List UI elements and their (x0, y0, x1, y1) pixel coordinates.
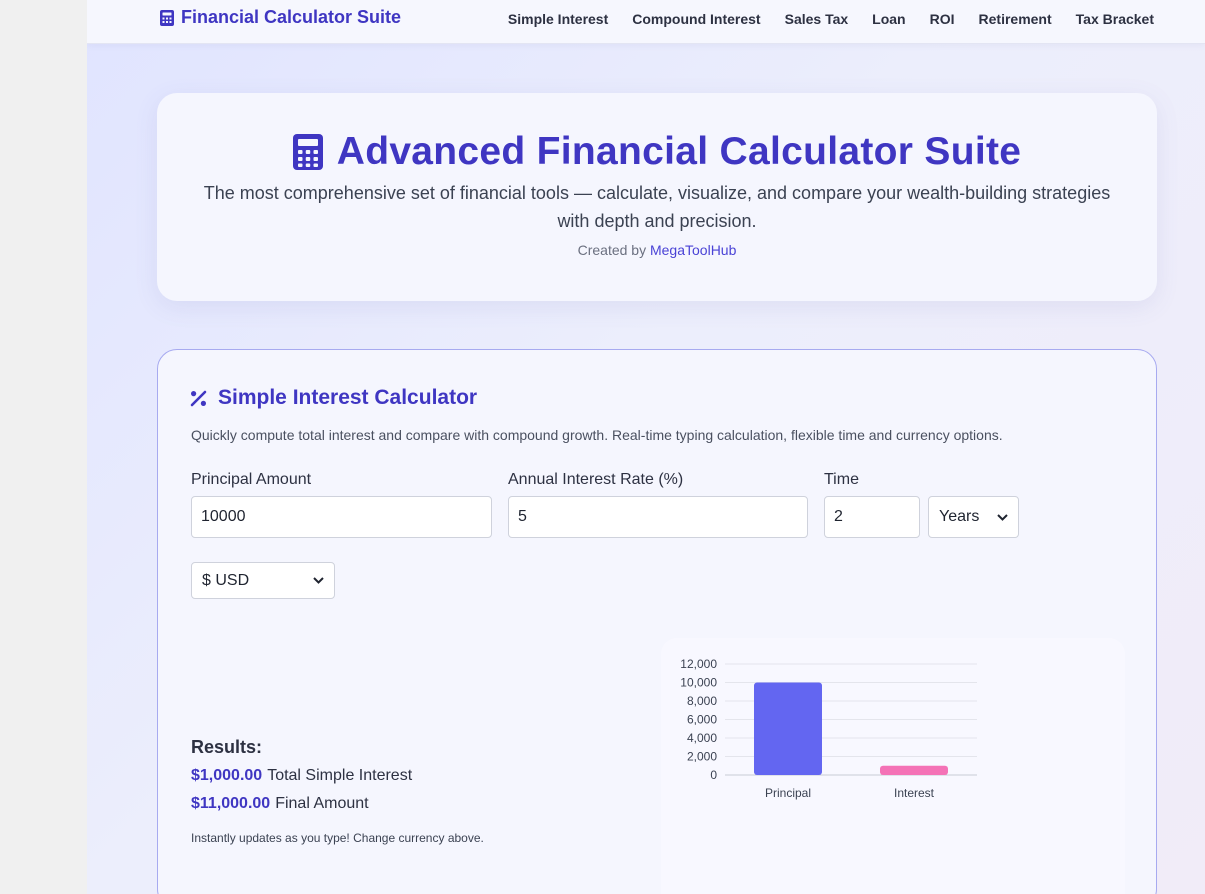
nav-link-roi[interactable]: ROI (930, 11, 955, 27)
y-tick-label: 10,000 (680, 676, 717, 690)
bar-principal (754, 682, 822, 775)
simple-interest-card: Simple Interest Calculator Quickly compu… (157, 349, 1157, 894)
nav-link-loan[interactable]: Loan (872, 11, 905, 27)
hero-heading: Advanced Financial Calculator Suite (157, 130, 1157, 174)
nav-link-sales-tax[interactable]: Sales Tax (785, 11, 849, 27)
rate-input[interactable] (508, 496, 808, 538)
time-label: Time (824, 471, 859, 488)
hero-credit: Created by MegaToolHub (157, 242, 1157, 258)
interest-amount: $1,000.00 (191, 767, 263, 784)
chevron-down-icon (997, 513, 1008, 521)
principal-input[interactable] (191, 496, 492, 538)
hero-card: Advanced Financial Calculator Suite The … (157, 93, 1157, 301)
time-unit-select[interactable]: Years (928, 496, 1019, 538)
rate-label: Annual Interest Rate (%) (508, 471, 684, 488)
credit-link[interactable]: MegaToolHub (650, 242, 736, 258)
percent-icon (190, 390, 207, 406)
time-input[interactable] (824, 496, 920, 538)
currency-select[interactable]: $ USD (191, 562, 335, 599)
hero-description: The most comprehensive set of financial … (203, 183, 1111, 231)
calculator-title: Simple Interest Calculator (218, 386, 478, 409)
currency-value: $ USD (202, 571, 250, 589)
x-tick-label: Principal (765, 786, 811, 800)
nav-links: Simple Interest Compound Interest Sales … (508, 11, 1154, 27)
interest-result: $1,000.00 Total Simple Interest (191, 767, 412, 785)
principal-label: Principal Amount (191, 471, 312, 488)
y-tick-label: 6,000 (687, 713, 717, 727)
brand-title: Financial Calculator Suite (181, 7, 402, 27)
results-note: Instantly updates as you type! Change cu… (191, 831, 484, 845)
nav-link-compound-interest[interactable]: Compound Interest (632, 11, 760, 27)
calculator-description: Quickly compute total interest and compa… (191, 427, 1003, 443)
y-tick-label: 12,000 (680, 657, 717, 671)
page-title: Advanced Financial Calculator Suite (336, 130, 1022, 173)
page: Financial Calculator Suite Simple Intere… (87, 0, 1205, 894)
y-tick-label: 2,000 (687, 750, 717, 764)
final-result-label: Final Amount (275, 795, 369, 812)
y-tick-label: 4,000 (687, 731, 717, 745)
browser-left-gutter (0, 0, 87, 894)
x-tick-label: Interest (894, 786, 935, 800)
calculator-icon (160, 9, 174, 26)
y-tick-label: 0 (710, 768, 717, 782)
interest-result-label: Total Simple Interest (267, 767, 413, 784)
interest-chart: 0 2,000 4,000 6,000 8,000 10,000 12,000 Princip… (680, 657, 977, 800)
time-unit-value: Years (939, 508, 980, 525)
brand[interactable]: Financial Calculator Suite (160, 7, 401, 28)
top-navbar: Financial Calculator Suite Simple Intere… (87, 0, 1205, 44)
bar-interest (880, 765, 948, 775)
y-tick-label: 8,000 (687, 694, 717, 708)
nav-link-simple-interest[interactable]: Simple Interest (508, 11, 608, 27)
calculator-icon (292, 134, 323, 170)
final-result: $11,000.00 Final Amount (191, 795, 369, 813)
chart-panel: 0 2,000 4,000 6,000 8,000 10,000 12,000 Princip… (661, 638, 1125, 894)
nav-link-tax-bracket[interactable]: Tax Bracket (1076, 11, 1154, 27)
credit-prefix: Created by (577, 242, 647, 258)
final-amount: $11,000.00 (191, 795, 271, 812)
nav-link-retirement[interactable]: Retirement (979, 11, 1052, 27)
chevron-down-icon (313, 577, 324, 584)
calculator-heading: Simple Interest Calculator (190, 386, 477, 410)
results-heading: Results: (191, 737, 263, 757)
